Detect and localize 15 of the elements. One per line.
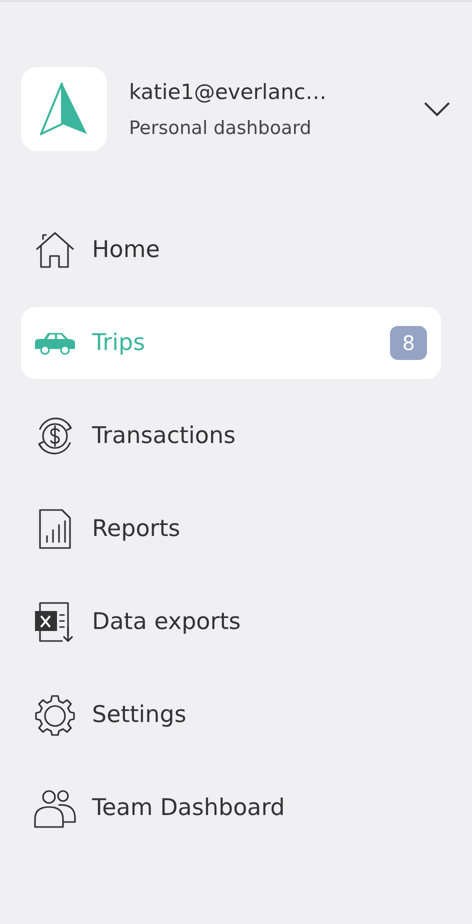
spreadsheet-export-icon	[34, 601, 76, 643]
account-subtitle: Personal dashboard	[129, 118, 312, 138]
nav-item[interactable]: Team Dashboard	[21, 772, 441, 844]
nav-item[interactable]: Transactions	[21, 400, 441, 472]
logo-icon	[40, 82, 88, 136]
nav-item[interactable]: Data exports	[21, 586, 441, 658]
account-email: katie1@everlanc…	[129, 80, 328, 104]
home-icon	[34, 229, 76, 271]
chevron-down-icon[interactable]	[423, 101, 451, 117]
nav-item[interactable]: Home	[21, 214, 441, 286]
nav-item[interactable]: Settings	[21, 679, 441, 751]
count-badge: 8	[390, 326, 427, 360]
settings-icon	[34, 694, 76, 736]
people-icon	[34, 787, 76, 829]
nav-item[interactable]: Reports	[21, 493, 441, 565]
